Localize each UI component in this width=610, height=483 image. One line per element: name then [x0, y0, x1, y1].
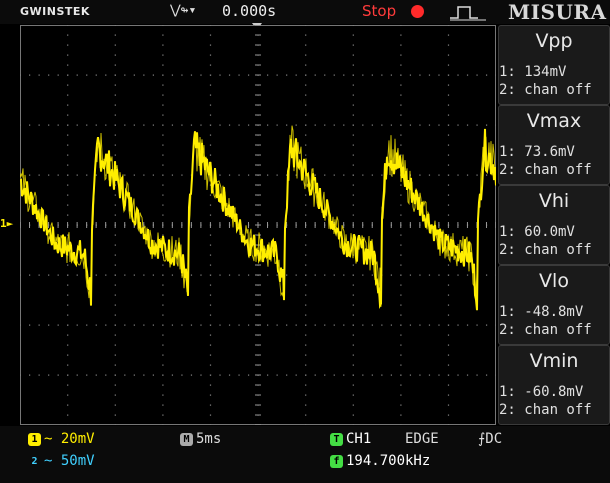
measurement-ch1-value: 1: 73.6mV — [499, 144, 575, 160]
bottom-status-bar: 1 ~ 20mV 2 ~ 50mV M 5ms T CH1 EDGE ⨍DC f 194.… — [0, 426, 610, 483]
measurement-ch2-value: 2: chan off — [499, 242, 592, 258]
brand-logo: GWINSTEK — [20, 5, 90, 18]
trigger-badge-icon: T — [330, 432, 343, 446]
frequency-badge-icon: f — [330, 454, 343, 468]
measurement-vhi[interactable]: Vhi 1: 60.0mV 2: chan off — [498, 185, 610, 265]
ch1-waveform-trace — [20, 125, 496, 311]
frequency-value: 194.700kHz — [346, 453, 431, 469]
timebase-value: 5ms — [196, 431, 222, 447]
measurement-ch1-value: 1: 134mV — [499, 64, 567, 80]
top-status-bar: GWINSTEK ⋁↬▾ 0.000s Stop MISURA — [0, 0, 610, 24]
trigger-source: CH1 — [346, 431, 372, 447]
screen-title: MISURA — [508, 0, 607, 24]
measurement-ch1-value: 1: -48.8mV — [499, 304, 584, 320]
ch2-scale-readout[interactable]: 2 ~ 50mV — [28, 453, 95, 469]
measurement-name: Vhi — [538, 190, 570, 212]
run-state-label[interactable]: Stop — [362, 2, 396, 20]
measurement-ch2-value: 2: chan off — [499, 322, 592, 338]
measurement-name: Vpp — [535, 30, 573, 52]
coupling-value: DC — [485, 431, 503, 447]
trigger-coupling[interactable]: ⨍DC — [478, 431, 502, 447]
timebase-badge-icon: M — [180, 432, 193, 446]
measurement-ch2-value: 2: chan off — [499, 82, 592, 98]
frequency-readout: f 194.700kHz — [330, 453, 430, 469]
ch2-scale-value: ~ 50mV — [44, 453, 95, 469]
measurement-ch1-value: 1: 60.0mV — [499, 224, 575, 240]
timebase-readout[interactable]: M 5ms — [180, 431, 221, 447]
measurement-ch1-value: 1: -60.8mV — [499, 384, 584, 400]
measurement-ch2-value: 2: chan off — [499, 402, 592, 418]
ch1-scale-readout[interactable]: 1 ~ 20mV — [28, 431, 95, 447]
trigger-slope-icon[interactable]: ⋁↬▾ — [170, 3, 196, 18]
waveform-display[interactable] — [20, 25, 496, 425]
measurement-name: Vlo — [539, 270, 569, 292]
measurement-name: Vmax — [526, 110, 582, 132]
measurement-vmax[interactable]: Vmax 1: 73.6mV 2: chan off — [498, 105, 610, 185]
stop-indicator-icon — [411, 5, 424, 18]
trigger-readout[interactable]: T CH1 — [330, 431, 371, 447]
ch1-ground-marker[interactable]: 1► — [0, 217, 13, 230]
ch1-scale-value: ~ 20mV — [44, 431, 95, 447]
measurement-ch2-value: 2: chan off — [499, 162, 592, 178]
ch2-badge-icon: 2 — [31, 455, 38, 467]
measurement-vpp[interactable]: Vpp 1: 134mV 2: chan off — [498, 25, 610, 105]
measurement-vlo[interactable]: Vlo 1: -48.8mV 2: chan off — [498, 265, 610, 345]
trigger-waveform-icon — [450, 6, 486, 21]
trigger-type[interactable]: EDGE — [405, 431, 439, 447]
measurement-vmin[interactable]: Vmin 1: -60.8mV 2: chan off — [498, 345, 610, 425]
ch1-badge-icon: 1 — [28, 432, 41, 446]
measurement-panel: Vpp 1: 134mV 2: chan off Vmax 1: 73.6mV … — [498, 25, 610, 425]
horizontal-position: 0.000s — [222, 2, 277, 20]
measurement-name: Vmin — [529, 350, 579, 372]
